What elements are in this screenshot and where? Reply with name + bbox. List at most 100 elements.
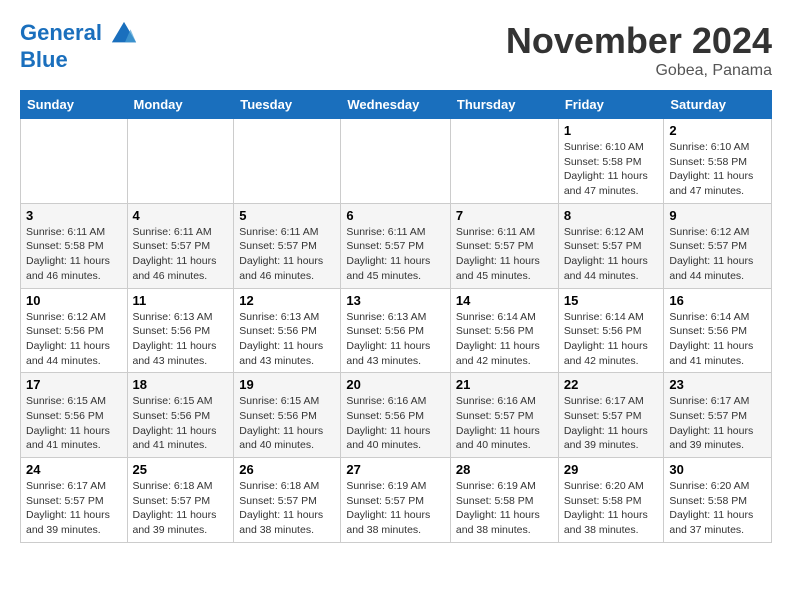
day-number: 8: [564, 208, 659, 223]
day-info: Sunrise: 6:20 AM Sunset: 5:58 PM Dayligh…: [669, 479, 766, 538]
day-cell: 29 Sunrise: 6:20 AM Sunset: 5:58 PM Dayli…: [558, 458, 664, 543]
day-number: 30: [669, 462, 766, 477]
day-info: Sunrise: 6:16 AM Sunset: 5:56 PM Dayligh…: [346, 394, 445, 453]
day-cell: 1Sunrise: 6:10 AM Sunset: 5:58 PM Daylig…: [558, 119, 664, 204]
day-info: Sunrise: 6:14 AM Sunset: 5:56 PM Dayligh…: [564, 310, 659, 369]
day-cell: 8 Sunrise: 6:12 AM Sunset: 5:57 PM Daylig…: [558, 203, 664, 288]
day-cell: 12Sunrise: 6:13 AM Sunset: 5:56 PM Dayli…: [234, 288, 341, 373]
calendar-header-row: SundayMondayTuesdayWednesdayThursdayFrid…: [21, 91, 772, 119]
header-monday: Monday: [127, 91, 234, 119]
day-info: Sunrise: 6:17 AM Sunset: 5:57 PM Dayligh…: [26, 479, 122, 538]
day-number: 12: [239, 293, 335, 308]
day-cell: 23 Sunrise: 6:17 AM Sunset: 5:57 PM Dayli…: [664, 373, 772, 458]
day-info: Sunrise: 6:17 AM Sunset: 5:57 PM Dayligh…: [669, 394, 766, 453]
day-cell: 7 Sunrise: 6:11 AM Sunset: 5:57 PM Daylig…: [450, 203, 558, 288]
day-number: 5: [239, 208, 335, 223]
day-number: 28: [456, 462, 553, 477]
day-cell: 21 Sunrise: 6:16 AM Sunset: 5:57 PM Dayli…: [450, 373, 558, 458]
logo-blue-text: Blue: [20, 48, 138, 72]
day-info: Sunrise: 6:11 AM Sunset: 5:57 PM Dayligh…: [133, 225, 229, 284]
day-cell: 10 Sunrise: 6:12 AM Sunset: 5:56 PM Dayli…: [21, 288, 128, 373]
day-number: 19: [239, 377, 335, 392]
day-info: Sunrise: 6:10 AM Sunset: 5:58 PM Dayligh…: [669, 140, 766, 199]
day-number: 29: [564, 462, 659, 477]
day-cell: [127, 119, 234, 204]
logo-text: General: [20, 20, 138, 48]
day-number: 4: [133, 208, 229, 223]
day-number: 24: [26, 462, 122, 477]
day-cell: 19 Sunrise: 6:15 AM Sunset: 5:56 PM Dayli…: [234, 373, 341, 458]
day-info: Sunrise: 6:18 AM Sunset: 5:57 PM Dayligh…: [133, 479, 229, 538]
day-number: 6: [346, 208, 445, 223]
day-info: Sunrise: 6:18 AM Sunset: 5:57 PM Dayligh…: [239, 479, 335, 538]
header-friday: Friday: [558, 91, 664, 119]
day-info: Sunrise: 6:15 AM Sunset: 5:56 PM Dayligh…: [239, 394, 335, 453]
day-cell: 28 Sunrise: 6:19 AM Sunset: 5:58 PM Dayli…: [450, 458, 558, 543]
day-info: Sunrise: 6:11 AM Sunset: 5:57 PM Dayligh…: [456, 225, 553, 284]
day-cell: 3 Sunrise: 6:11 AM Sunset: 5:58 PM Daylig…: [21, 203, 128, 288]
day-cell: 18 Sunrise: 6:15 AM Sunset: 5:56 PM Dayli…: [127, 373, 234, 458]
header-tuesday: Tuesday: [234, 91, 341, 119]
day-number: 9: [669, 208, 766, 223]
day-number: 14: [456, 293, 553, 308]
day-cell: 25 Sunrise: 6:18 AM Sunset: 5:57 PM Dayli…: [127, 458, 234, 543]
day-info: Sunrise: 6:13 AM Sunset: 5:56 PM Dayligh…: [133, 310, 229, 369]
day-info: Sunrise: 6:12 AM Sunset: 5:57 PM Dayligh…: [669, 225, 766, 284]
day-info: Sunrise: 6:12 AM Sunset: 5:56 PM Dayligh…: [26, 310, 122, 369]
day-number: 2: [669, 123, 766, 138]
week-row-1: 1Sunrise: 6:10 AM Sunset: 5:58 PM Daylig…: [21, 119, 772, 204]
day-number: 22: [564, 377, 659, 392]
day-number: 18: [133, 377, 229, 392]
day-cell: 6 Sunrise: 6:11 AM Sunset: 5:57 PM Daylig…: [341, 203, 451, 288]
day-cell: 30 Sunrise: 6:20 AM Sunset: 5:58 PM Dayli…: [664, 458, 772, 543]
day-cell: [450, 119, 558, 204]
day-cell: 13Sunrise: 6:13 AM Sunset: 5:56 PM Dayli…: [341, 288, 451, 373]
day-info: Sunrise: 6:14 AM Sunset: 5:56 PM Dayligh…: [669, 310, 766, 369]
calendar-table: SundayMondayTuesdayWednesdayThursdayFrid…: [20, 90, 772, 543]
day-info: Sunrise: 6:12 AM Sunset: 5:57 PM Dayligh…: [564, 225, 659, 284]
day-cell: 9 Sunrise: 6:12 AM Sunset: 5:57 PM Daylig…: [664, 203, 772, 288]
day-number: 26: [239, 462, 335, 477]
day-info: Sunrise: 6:20 AM Sunset: 5:58 PM Dayligh…: [564, 479, 659, 538]
day-cell: 2 Sunrise: 6:10 AM Sunset: 5:58 PM Daylig…: [664, 119, 772, 204]
day-number: 23: [669, 377, 766, 392]
day-cell: 4 Sunrise: 6:11 AM Sunset: 5:57 PM Daylig…: [127, 203, 234, 288]
day-cell: 11Sunrise: 6:13 AM Sunset: 5:56 PM Dayli…: [127, 288, 234, 373]
day-info: Sunrise: 6:16 AM Sunset: 5:57 PM Dayligh…: [456, 394, 553, 453]
day-info: Sunrise: 6:19 AM Sunset: 5:57 PM Dayligh…: [346, 479, 445, 538]
day-info: Sunrise: 6:11 AM Sunset: 5:58 PM Dayligh…: [26, 225, 122, 284]
day-info: Sunrise: 6:13 AM Sunset: 5:56 PM Dayligh…: [346, 310, 445, 369]
day-cell: 5Sunrise: 6:11 AM Sunset: 5:57 PM Daylig…: [234, 203, 341, 288]
day-number: 10: [26, 293, 122, 308]
day-cell: 20 Sunrise: 6:16 AM Sunset: 5:56 PM Dayli…: [341, 373, 451, 458]
month-title: November 2024: [506, 20, 772, 62]
day-cell: [21, 119, 128, 204]
day-number: 17: [26, 377, 122, 392]
day-number: 20: [346, 377, 445, 392]
header-wednesday: Wednesday: [341, 91, 451, 119]
day-info: Sunrise: 6:11 AM Sunset: 5:57 PM Dayligh…: [346, 225, 445, 284]
day-cell: [341, 119, 451, 204]
week-row-5: 24 Sunrise: 6:17 AM Sunset: 5:57 PM Dayli…: [21, 458, 772, 543]
week-row-3: 10 Sunrise: 6:12 AM Sunset: 5:56 PM Dayli…: [21, 288, 772, 373]
week-row-4: 17 Sunrise: 6:15 AM Sunset: 5:56 PM Dayli…: [21, 373, 772, 458]
day-cell: 17Sunrise: 6:15 AM Sunset: 5:56 PM Dayli…: [21, 373, 128, 458]
day-info: Sunrise: 6:19 AM Sunset: 5:58 PM Dayligh…: [456, 479, 553, 538]
day-cell: 26 Sunrise: 6:18 AM Sunset: 5:57 PM Dayli…: [234, 458, 341, 543]
day-cell: 24 Sunrise: 6:17 AM Sunset: 5:57 PM Dayli…: [21, 458, 128, 543]
day-number: 3: [26, 208, 122, 223]
day-cell: 16 Sunrise: 6:14 AM Sunset: 5:56 PM Dayli…: [664, 288, 772, 373]
day-number: 16: [669, 293, 766, 308]
title-block: November 2024 Gobea, Panama: [506, 20, 772, 80]
day-number: 21: [456, 377, 553, 392]
day-info: Sunrise: 6:15 AM Sunset: 5:56 PM Dayligh…: [133, 394, 229, 453]
header-sunday: Sunday: [21, 91, 128, 119]
day-info: Sunrise: 6:10 AM Sunset: 5:58 PM Dayligh…: [564, 140, 659, 199]
day-number: 7: [456, 208, 553, 223]
day-cell: [234, 119, 341, 204]
page-header: General Blue November 2024 Gobea, Panama: [20, 20, 772, 80]
logo: General Blue: [20, 20, 138, 72]
day-number: 25: [133, 462, 229, 477]
header-saturday: Saturday: [664, 91, 772, 119]
day-cell: 14Sunrise: 6:14 AM Sunset: 5:56 PM Dayli…: [450, 288, 558, 373]
